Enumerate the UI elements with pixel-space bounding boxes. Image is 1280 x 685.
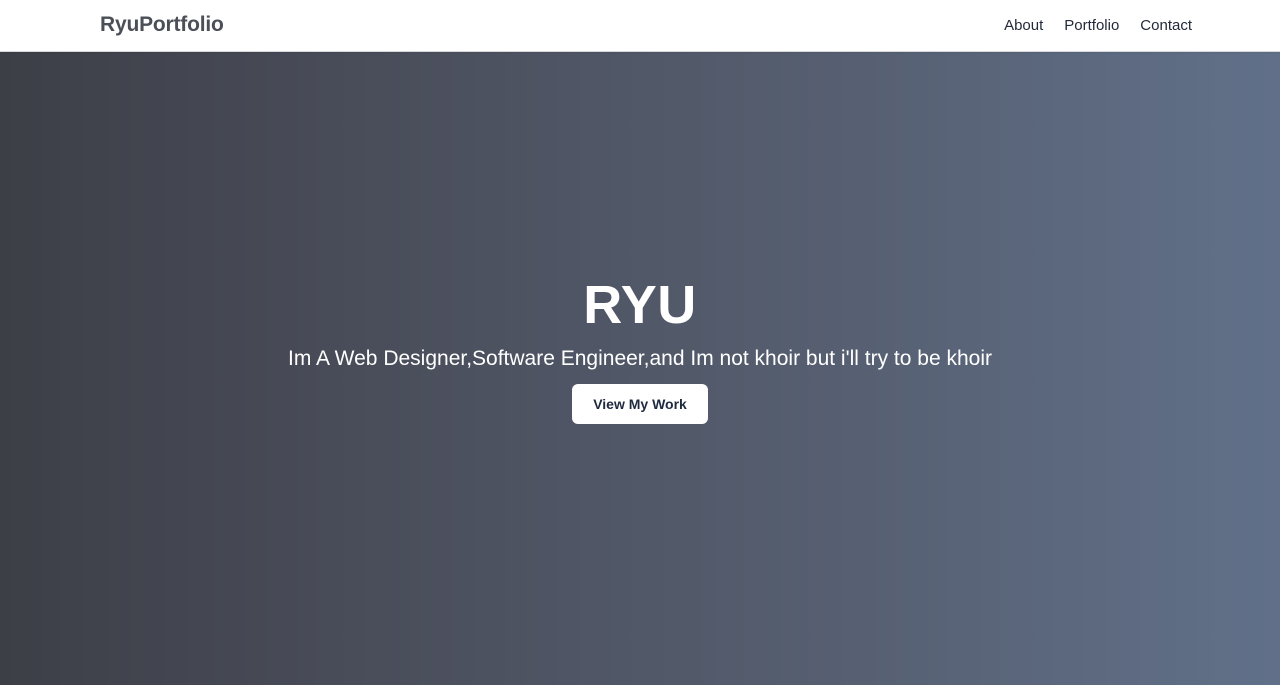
hero-section: RYU Im A Web Designer,Software Engineer,…: [0, 52, 1280, 685]
brand-logo[interactable]: RyuPortfolio: [100, 13, 224, 37]
nav-item-about: About: [1004, 17, 1043, 35]
navbar: RyuPortfolio About Portfolio Contact: [0, 0, 1280, 52]
nav-link-contact[interactable]: Contact: [1140, 17, 1192, 34]
nav-item-contact: Contact: [1140, 17, 1192, 35]
nav-link-portfolio[interactable]: Portfolio: [1064, 17, 1119, 34]
hero-subtitle: Im A Web Designer,Software Engineer,and …: [288, 347, 992, 370]
hero-title: RYU: [583, 275, 697, 335]
nav-link-about[interactable]: About: [1004, 17, 1043, 34]
nav-item-portfolio: Portfolio: [1064, 17, 1119, 35]
nav-links: About Portfolio Contact: [1004, 0, 1192, 52]
view-my-work-button[interactable]: View My Work: [572, 384, 708, 424]
